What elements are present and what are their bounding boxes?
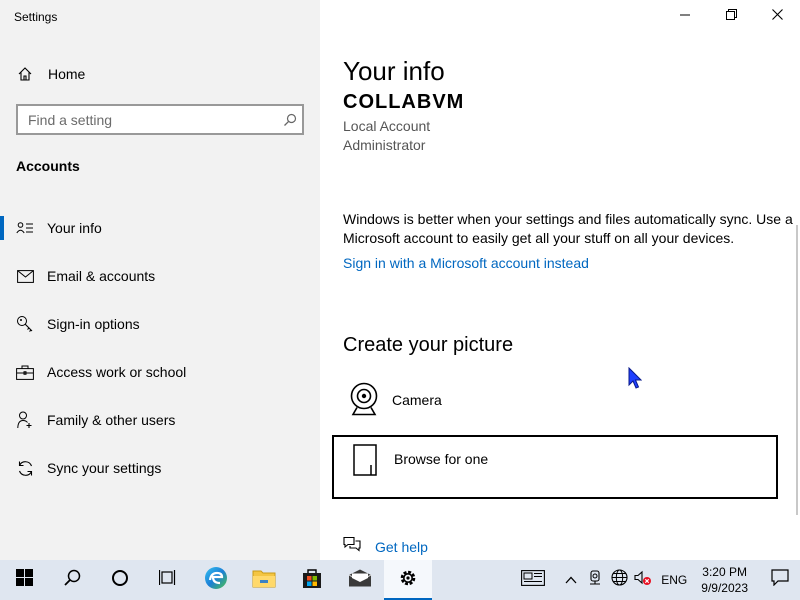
system-tray: ENG 3:20 PM 9/9/2023 <box>515 560 800 600</box>
taskbar-edge[interactable] <box>192 560 240 600</box>
camera-label: Camera <box>392 392 442 408</box>
edge-browser-icon <box>204 566 228 595</box>
user-name: COLLABVM <box>343 91 465 113</box>
sync-icon <box>15 460 35 477</box>
store-bag-icon <box>301 567 323 594</box>
sidebar-item-label: Sign-in options <box>47 316 140 332</box>
webcam-icon <box>346 382 382 416</box>
sidebar-item-label: Your info <box>47 220 102 236</box>
close-button[interactable] <box>754 0 800 32</box>
volume-tray-button[interactable] <box>631 560 655 600</box>
sidebar-item-email-accounts[interactable]: Email & accounts <box>0 252 320 300</box>
notification-icon <box>771 569 789 591</box>
sidebar-item-sync-settings[interactable]: Sync your settings <box>0 444 320 492</box>
cortana-button[interactable] <box>96 560 144 600</box>
input-language[interactable]: ENG <box>661 573 687 587</box>
globe-icon <box>611 569 628 591</box>
scrollbar[interactable] <box>796 225 798 515</box>
taskbar-mail[interactable] <box>336 560 384 600</box>
clock-date: 9/9/2023 <box>701 581 748 595</box>
taskbar-settings[interactable] <box>384 560 432 600</box>
taskbar-store[interactable] <box>288 560 336 600</box>
browse-option[interactable]: Browse for one <box>332 435 778 499</box>
volume-muted-icon <box>634 570 652 591</box>
search-icon[interactable] <box>278 113 302 127</box>
home-icon <box>16 66 34 82</box>
home-label: Home <box>48 66 86 82</box>
sidebar-item-label: Sync your settings <box>47 460 162 476</box>
search-icon <box>63 569 81 591</box>
notification-center-button[interactable] <box>760 560 800 600</box>
briefcase-icon <box>15 365 35 380</box>
camera-option[interactable]: Camera <box>332 376 778 440</box>
windows-logo-icon <box>15 569 33 591</box>
sidebar-item-label: Access work or school <box>47 364 187 380</box>
search-input[interactable] <box>28 111 278 128</box>
cortana-circle-icon <box>111 569 129 592</box>
taskbar: ENG 3:20 PM 9/9/2023 <box>0 560 800 600</box>
minimize-icon <box>680 7 690 25</box>
taskbar-file-explorer[interactable] <box>240 560 288 600</box>
microsoft-signin-link[interactable]: Sign in with a Microsoft account instead <box>343 255 589 271</box>
envelope-icon <box>15 269 35 283</box>
restore-icon <box>725 7 737 25</box>
picture-section-title: Create your picture <box>343 334 514 356</box>
device-tray-button[interactable] <box>583 560 607 600</box>
page-title: Your info <box>343 56 445 86</box>
folder-icon <box>252 568 276 593</box>
news-widget-button[interactable] <box>515 560 551 600</box>
sidebar: Settings Home Accounts Your info Email &… <box>0 0 320 560</box>
search-button[interactable] <box>48 560 96 600</box>
device-icon <box>588 569 602 591</box>
network-tray-button[interactable] <box>607 560 631 600</box>
file-icon <box>348 443 384 477</box>
news-icon <box>521 569 546 591</box>
search-box[interactable] <box>16 104 304 135</box>
main-content: Your info COLLABVM Local Account Adminis… <box>320 0 800 560</box>
person-card-icon <box>15 221 35 235</box>
section-title: Accounts <box>16 158 80 174</box>
sidebar-item-your-info[interactable]: Your info <box>0 204 320 252</box>
sync-description: Windows is better when your settings and… <box>343 211 793 246</box>
sidebar-item-family-users[interactable]: Family & other users <box>0 396 320 444</box>
show-hidden-icons-button[interactable] <box>559 560 583 600</box>
person-add-icon <box>15 411 35 429</box>
sidebar-item-sign-in-options[interactable]: Sign-in options <box>0 300 320 348</box>
minimize-button[interactable] <box>662 0 708 32</box>
app-title: Settings <box>14 10 58 24</box>
help-chat-icon <box>343 536 361 557</box>
sidebar-item-label: Family & other users <box>47 412 176 428</box>
system-clock[interactable]: 3:20 PM 9/9/2023 <box>701 564 748 596</box>
account-role: Administrator <box>343 137 426 153</box>
sidebar-item-home[interactable]: Home <box>0 60 320 88</box>
clock-time: 3:20 PM <box>702 565 747 579</box>
maximize-button[interactable] <box>708 0 754 32</box>
sidebar-nav: Your info Email & accounts Sign-in optio… <box>0 204 320 492</box>
start-button[interactable] <box>0 560 48 600</box>
mail-icon <box>348 569 372 592</box>
account-type: Local Account <box>343 118 431 134</box>
task-view-icon <box>158 569 177 591</box>
sidebar-item-label: Email & accounts <box>47 268 156 284</box>
get-help[interactable]: Get help <box>343 536 428 557</box>
task-view-button[interactable] <box>144 560 192 600</box>
help-label: Get help <box>375 538 428 555</box>
sidebar-item-access-work[interactable]: Access work or school <box>0 348 320 396</box>
key-icon <box>15 315 35 333</box>
mouse-cursor-icon <box>628 366 643 394</box>
chevron-up-icon <box>565 571 577 589</box>
gear-icon <box>398 568 418 593</box>
browse-label: Browse for one <box>394 451 489 467</box>
close-icon <box>771 7 783 25</box>
